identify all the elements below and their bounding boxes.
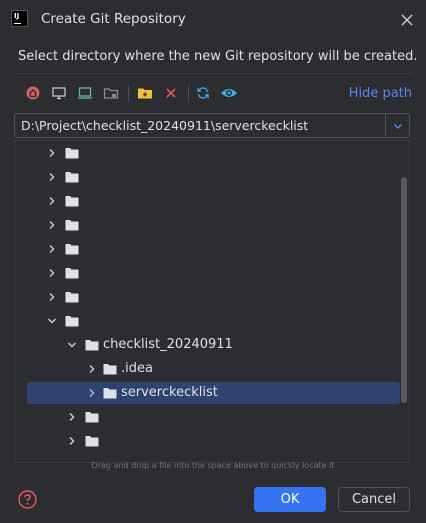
chevron-right-icon[interactable] [86, 387, 98, 399]
folder-icon [65, 267, 79, 279]
folder-icon [103, 363, 117, 375]
new-folder-icon[interactable] [134, 82, 156, 104]
tree-row[interactable] [15, 214, 409, 236]
close-icon[interactable] [398, 11, 416, 29]
tree-row[interactable] [15, 142, 409, 164]
intellij-logo-icon: IJ [11, 10, 28, 27]
project-icon[interactable] [74, 82, 96, 104]
hide-path-link[interactable]: Hide path [349, 86, 412, 101]
refresh-icon[interactable] [192, 82, 214, 104]
folder-icon [65, 219, 79, 231]
chevron-right-icon[interactable] [66, 411, 78, 423]
tree-row-label: checklist_20240911 [103, 337, 233, 352]
tree-row[interactable] [15, 190, 409, 212]
path-field[interactable]: D:\Project\checklist_20240911\serverckec… [14, 113, 410, 138]
toolbar-separator [188, 85, 189, 101]
chevron-right-icon[interactable] [66, 435, 78, 447]
folder-icon [85, 435, 99, 447]
chevron-right-icon[interactable] [46, 147, 58, 159]
chevron-right-icon[interactable] [86, 363, 98, 375]
chevron-right-icon[interactable] [46, 171, 58, 183]
chevron-right-icon[interactable] [46, 243, 58, 255]
show-hidden-icon[interactable] [218, 82, 240, 104]
folder-icon [85, 339, 99, 351]
tree-scrollbar[interactable] [401, 177, 407, 403]
chevron-right-icon[interactable] [46, 291, 58, 303]
toolbar: Hide path [14, 73, 412, 111]
tree-row[interactable] [15, 310, 409, 332]
folder-icon [103, 387, 117, 399]
folder-icon [85, 411, 99, 423]
home-icon[interactable] [22, 82, 44, 104]
module-icon[interactable] [100, 82, 122, 104]
folder-icon [65, 195, 79, 207]
folder-icon [65, 243, 79, 255]
drag-drop-hint: Drag and drop a file into the space abov… [91, 461, 335, 470]
chevron-down-icon[interactable] [46, 315, 58, 327]
directory-tree[interactable]: checklist_20240911 .idea serverckecklist [14, 140, 410, 463]
folder-icon [65, 291, 79, 303]
folder-icon [65, 315, 79, 327]
tree-row-label: .idea [121, 361, 153, 376]
tree-row[interactable] [15, 166, 409, 188]
folder-icon [65, 147, 79, 159]
folder-icon [65, 171, 79, 183]
help-icon[interactable] [17, 489, 38, 510]
ok-button[interactable]: OK [254, 487, 326, 512]
logo-text: IJ [14, 12, 20, 20]
dialog-subtitle: Select directory where the new Git repos… [18, 49, 418, 64]
cancel-button[interactable]: Cancel [338, 487, 410, 512]
chevron-right-icon[interactable] [46, 195, 58, 207]
path-value: D:\Project\checklist_20240911\serverckec… [21, 118, 309, 133]
tree-row[interactable] [15, 286, 409, 308]
tree-row[interactable]: checklist_20240911 [15, 334, 409, 356]
tree-row[interactable] [15, 262, 409, 284]
tree-row[interactable] [15, 238, 409, 260]
tree-row-label: serverckecklist [121, 385, 218, 400]
chevron-right-icon[interactable] [46, 219, 58, 231]
tree-row[interactable] [15, 406, 409, 428]
tree-row-selected[interactable]: serverckecklist [27, 382, 400, 404]
tree-row[interactable] [15, 430, 409, 452]
chevron-down-icon [393, 123, 402, 129]
desktop-icon[interactable] [48, 82, 70, 104]
delete-icon[interactable] [160, 82, 182, 104]
chevron-down-icon[interactable] [66, 339, 78, 351]
tree-row[interactable]: .idea [15, 358, 409, 380]
title-bar: IJ Create Git Repository [0, 0, 426, 38]
dialog-title: Create Git Repository [41, 11, 186, 27]
toolbar-separator [128, 85, 129, 101]
path-dropdown-button[interactable] [385, 114, 409, 137]
chevron-right-icon[interactable] [46, 267, 58, 279]
